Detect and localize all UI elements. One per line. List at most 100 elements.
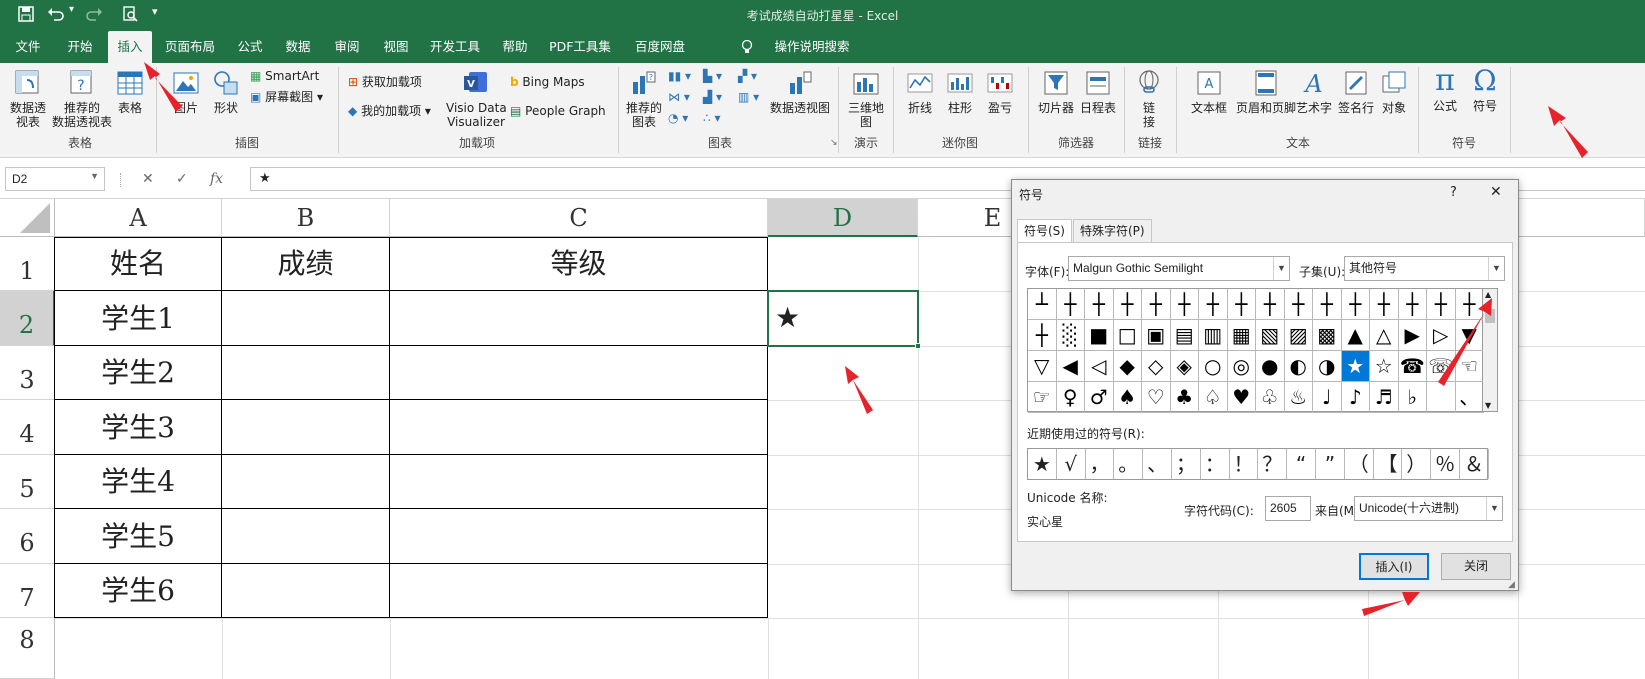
cell-c1[interactable]: 等级 (390, 237, 768, 291)
name-box-dropdown-icon[interactable]: ▼ (90, 171, 99, 181)
column-header-d[interactable]: D (768, 199, 918, 237)
symbol-cell[interactable] (1427, 382, 1456, 413)
cell-c7[interactable] (390, 564, 768, 618)
recent-symbol-cell[interactable]: ＆ (1460, 449, 1489, 479)
char-code-input[interactable]: 2605 (1265, 496, 1311, 521)
symbol-cell[interactable]: ♂ (1085, 382, 1114, 413)
tab-formulas[interactable]: 公式 (230, 31, 270, 63)
scroll-down-icon[interactable]: ▼ (1485, 401, 1491, 410)
recent-symbol-cell[interactable]: ！ (1230, 449, 1259, 479)
subset-select[interactable]: 其他符号 ▼ (1344, 256, 1505, 281)
symbol-cell[interactable]: ♡ (1142, 382, 1171, 413)
symbol-cell[interactable]: □ (1113, 320, 1142, 351)
scatter-chart-button[interactable]: ∴ ▾ (703, 108, 720, 128)
font-select[interactable]: Malgun Gothic Semilight ▼ (1068, 256, 1290, 281)
symbol-cell[interactable]: ♠ (1113, 382, 1142, 413)
cell-a4[interactable]: 学生3 (55, 400, 222, 455)
recent-symbol-cell[interactable]: （ (1345, 449, 1374, 479)
symbol-cell[interactable]: ▧ (1256, 320, 1285, 351)
symbol-cell[interactable]: ♥ (1227, 382, 1256, 413)
symbol-cell[interactable]: ☎ (1398, 351, 1427, 382)
recent-symbol-cell[interactable]: 【 (1374, 449, 1403, 479)
symbol-cell[interactable]: ♧ (1256, 382, 1285, 413)
recent-symbol-cell[interactable]: 、 (1143, 449, 1172, 479)
symbol-cell[interactable]: ☆ (1370, 351, 1399, 382)
cell-a5[interactable]: 学生4 (55, 455, 222, 509)
symbol-cell[interactable]: ▨ (1284, 320, 1313, 351)
cell-d2-selected[interactable]: ★ (767, 290, 919, 347)
column-header-c[interactable]: C (390, 199, 768, 237)
recent-symbol-cell[interactable]: ★ (1028, 449, 1057, 479)
symbol-cell[interactable]: ◆ (1113, 351, 1142, 382)
symbol-cell[interactable]: ♭ (1398, 382, 1427, 413)
symbol-cell[interactable]: ┼ (1284, 289, 1313, 320)
dialog-close-icon[interactable]: ✕ (1490, 184, 1502, 200)
symbol-cell[interactable]: ▽ (1028, 351, 1057, 382)
3d-map-button[interactable]: 三维地 图 (846, 68, 886, 129)
symbol-cell[interactable]: ♪ (1341, 382, 1370, 413)
tab-special-characters[interactable]: 特殊字符(P) (1073, 219, 1152, 243)
resize-grip-icon[interactable]: ◢ (1508, 580, 1515, 590)
row-header-3[interactable]: 3 (0, 346, 55, 400)
cell-c3[interactable] (390, 346, 768, 400)
tab-baidu-netdisk[interactable]: 百度网盘 (625, 31, 695, 63)
symbol-cell[interactable]: ◁ (1085, 351, 1114, 382)
symbol-cell[interactable]: ┼ (1113, 289, 1142, 320)
symbol-cell[interactable]: ░ (1056, 320, 1085, 351)
column-header-i[interactable] (1518, 199, 1645, 237)
cell-c2[interactable] (390, 291, 768, 346)
recommended-charts-button[interactable]: ? 推荐的 图表 (624, 68, 664, 129)
cell-b3[interactable] (222, 346, 390, 400)
recent-symbol-cell[interactable]: ” (1316, 449, 1345, 479)
cell-a2[interactable]: 学生1 (55, 291, 222, 346)
row-header-1[interactable]: 1 (0, 237, 55, 291)
symbol-cell[interactable]: ■ (1085, 320, 1114, 351)
people-graph-button[interactable]: ▤ People Graph (510, 101, 606, 121)
cell-a7[interactable]: 学生6 (55, 564, 222, 618)
cell-b5[interactable] (222, 455, 390, 509)
tell-me-search[interactable]: 操作说明搜索 (762, 31, 862, 63)
symbol-cell[interactable]: ♩ (1313, 382, 1342, 413)
statistic-chart-button[interactable]: ▟ ▾ (703, 87, 722, 107)
symbol-cell[interactable]: ▼ (1455, 320, 1484, 351)
cell-c6[interactable] (390, 509, 768, 564)
row-header-5[interactable]: 5 (0, 455, 55, 509)
symbol-cell[interactable]: ┼ (1199, 289, 1228, 320)
symbol-cell[interactable]: ┼ (1341, 289, 1370, 320)
symbol-cell[interactable]: ┼ (1256, 289, 1285, 320)
recent-symbol-cell[interactable]: ％ (1431, 449, 1460, 479)
symbol-cell[interactable]: ▲ (1341, 320, 1370, 351)
row-header-2[interactable]: 2 (0, 291, 55, 346)
symbol-cell[interactable]: ☞ (1028, 382, 1057, 413)
cell-b6[interactable] (222, 509, 390, 564)
slicer-button[interactable]: 切片器 (1036, 68, 1076, 115)
symbol-cell[interactable]: ┼ (1056, 289, 1085, 320)
symbol-cell[interactable]: ┼ (1370, 289, 1399, 320)
row-header-6[interactable]: 6 (0, 509, 55, 564)
symbol-cell[interactable]: ▦ (1227, 320, 1256, 351)
symbol-cell[interactable]: ◀ (1056, 351, 1085, 382)
cell-b2[interactable] (222, 291, 390, 346)
combo-chart-button[interactable]: ▥ ▾ (738, 87, 759, 107)
symbol-cell[interactable]: 、 (1455, 382, 1484, 413)
scroll-up-icon[interactable]: ▲ (1485, 290, 1491, 299)
symbol-cell[interactable]: ┼ (1398, 289, 1427, 320)
waterfall-chart-button[interactable]: ▞ ▾ (738, 66, 757, 86)
dialog-launcher-icon[interactable]: ↘ (830, 138, 838, 148)
get-addins-button[interactable]: ⊞ 获取加载项 (348, 72, 422, 92)
symbol-cell[interactable]: ┼ (1142, 289, 1171, 320)
pie-chart-button[interactable]: ◔ ▾ (668, 108, 688, 128)
screenshot-button[interactable]: ▣ 屏幕截图 ▾ (250, 87, 323, 107)
cell-b4[interactable] (222, 400, 390, 455)
enter-icon[interactable]: ✓ (176, 171, 188, 187)
cell-a6[interactable]: 学生5 (55, 509, 222, 564)
link-button[interactable]: 链 接 (1132, 68, 1166, 129)
pictures-button[interactable]: 图片 (168, 68, 204, 115)
symbol-cell[interactable]: ◇ (1142, 351, 1171, 382)
symbol-cell[interactable]: ♀ (1056, 382, 1085, 413)
row-header-8[interactable]: 8 (0, 618, 55, 679)
scroll-thumb[interactable] (1485, 309, 1495, 323)
sparkline-column-button[interactable]: 柱形 (942, 68, 978, 115)
tab-developer[interactable]: 开发工具 (425, 31, 485, 63)
splitter-handle[interactable] (120, 173, 122, 187)
